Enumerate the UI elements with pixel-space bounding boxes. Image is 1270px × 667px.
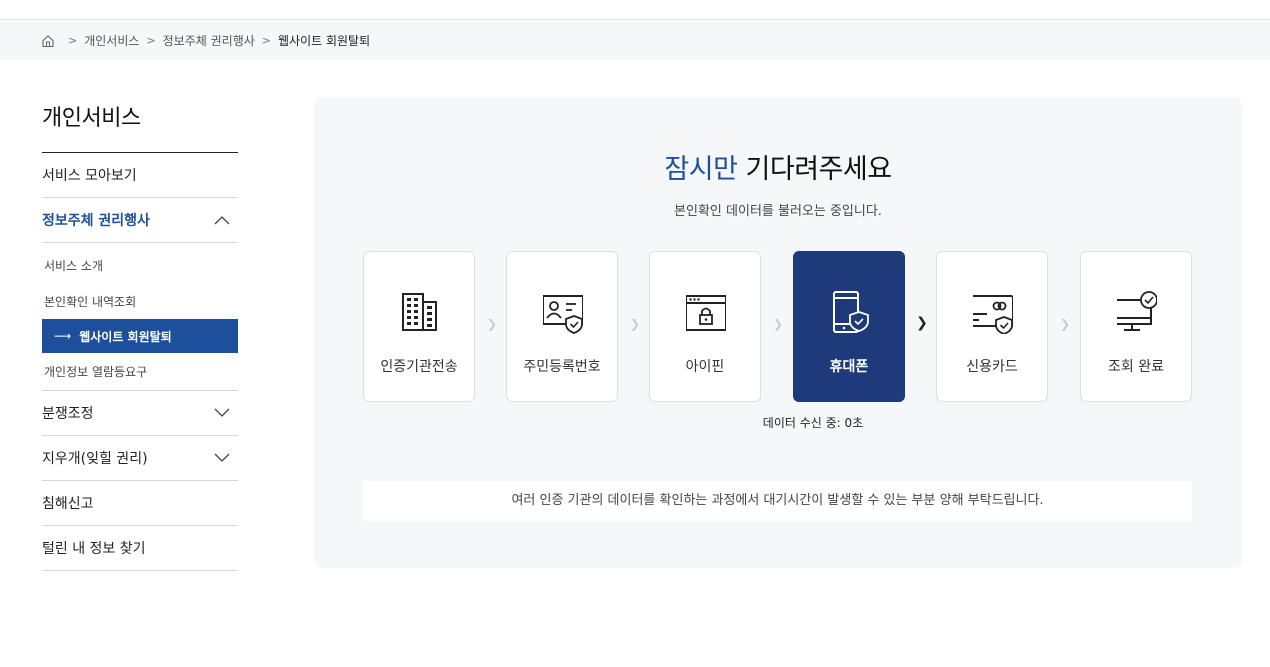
step-label: 아이핀 [685,359,725,375]
chevron-up-icon [214,216,230,225]
receive-status-text: 데이터 수신 중: 0초 [762,416,864,430]
sidebar-subitem-withdrawal[interactable]: ⟶ 웹사이트 회원탈퇴 [42,319,238,353]
sidebar-submenu: 서비스 소개 본인확인 내역조회 ⟶ 웹사이트 회원탈퇴 개인정보 열람등요구 [42,243,238,391]
sidebar-subitem-label: 서비스 소개 [44,258,104,273]
home-icon[interactable] [41,34,55,48]
sidebar-item-report[interactable]: 침해신고 [42,481,238,526]
step-arrow-icon: ❯ [1059,317,1071,331]
breadcrumb-separator: > [68,34,78,47]
browser-lock-icon [686,295,726,331]
step-credit-card[interactable]: 신용카드 [936,251,1048,402]
panel-title: 잠시만 기다려주세요 [314,147,1242,186]
sidebar-subitem-label: 개인정보 열람등요구 [44,364,148,379]
breadcrumb-separator: > [146,34,156,47]
sidebar-title: 개인서비스 [42,100,238,153]
notice-box: 여러 인증 기관의 데이터를 확인하는 과정에서 대기시간이 발생할 수 있는 … [363,481,1192,521]
step-label: 주민등록번호 [523,359,601,375]
breadcrumb-item-personal[interactable]: 개인서비스 [84,32,139,49]
breadcrumb-item-current: 웹사이트 회원탈퇴 [278,34,371,48]
breadcrumb: > 개인서비스 > 정보주체 권리행사 > 웹사이트 회원탈퇴 [41,32,370,49]
notice-text: 여러 인증 기관의 데이터를 확인하는 과정에서 대기시간이 발생할 수 있는 … [511,493,1044,508]
step-arrow-icon: ❯ [486,317,498,331]
verification-steps: 인증기관전송 ❯ 주민등록번호 ❯ 아이핀 ❯ 휴대폰 ❯ 신용카드 ❯ 조회 … [363,251,1193,403]
step-arrow-icon: ❯ [772,317,784,331]
loading-panel: 잠시만 기다려주세요 본인확인 데이터를 불러오는 중입니다. 인증기관전송 ❯… [314,97,1242,568]
id-card-shield-icon [543,295,583,334]
panel-title-rest: 기다려주세요 [737,154,893,185]
step-lookup-complete[interactable]: 조회 완료 [1080,251,1192,402]
sidebar-item-rights[interactable]: 정보주체 권리행사 [42,198,238,243]
arrow-right-icon: ⟶ [54,329,72,343]
step-arrow-icon: ❯ [629,317,641,331]
sidebar-item-label: 분쟁조정 [42,406,94,422]
breadcrumb-separator: > [261,34,271,47]
sidebar-subitem-label: 웹사이트 회원탈퇴 [79,329,172,344]
receive-status: 데이터 수신 중: 0초 [314,414,1242,431]
sidebar-subitem-info-request[interactable]: 개인정보 열람등요구 [42,353,238,389]
step-label: 조회 완료 [1108,359,1164,375]
sidebar-subitem-identity-history[interactable]: 본인확인 내역조회 [42,283,238,319]
sidebar-subitem-label: 본인확인 내역조회 [44,294,137,309]
top-bar [0,0,1270,20]
sidebar-item-label: 털린 내 정보 찾기 [42,541,146,557]
credit-card-shield-icon [973,295,1013,334]
sidebar-item-dispute[interactable]: 분쟁조정 [42,391,238,436]
sidebar: 개인서비스 서비스 모아보기 정보주체 권리행사 서비스 소개 본인확인 내역조… [42,100,238,571]
sidebar-item-label: 침해신고 [42,496,94,512]
phone-shield-icon [833,291,869,333]
chevron-down-icon [214,453,230,462]
panel-title-accent: 잠시만 [664,154,738,185]
step-mobile-phone[interactable]: 휴대폰 [793,251,905,402]
building-icon [402,293,437,331]
monitor-check-icon [1117,291,1157,331]
chevron-down-icon [214,408,230,417]
panel-subtitle: 본인확인 데이터를 불러오는 중입니다. [674,204,882,219]
step-arrow-icon: ❯ [916,315,928,331]
sidebar-item-label: 정보주체 권리행사 [42,213,150,229]
sidebar-item-leaked-info[interactable]: 털린 내 정보 찾기 [42,526,238,571]
sidebar-item-label: 서비스 모아보기 [42,168,137,184]
sidebar-item-eraser[interactable]: 지우개(잊힐 권리) [42,436,238,481]
step-resident-number[interactable]: 주민등록번호 [506,251,618,402]
sidebar-item-service-overview[interactable]: 서비스 모아보기 [42,153,238,198]
step-certification-transfer[interactable]: 인증기관전송 [363,251,475,402]
sidebar-subitem-service-intro[interactable]: 서비스 소개 [42,247,238,283]
breadcrumb-bar: > 개인서비스 > 정보주체 권리행사 > 웹사이트 회원탈퇴 [0,21,1270,60]
step-ipin[interactable]: 아이핀 [649,251,761,402]
step-label: 휴대폰 [829,359,869,375]
step-label: 인증기관전송 [380,359,458,375]
sidebar-item-label: 지우개(잊힐 권리) [42,451,148,467]
step-label: 신용카드 [966,359,1018,375]
breadcrumb-item-rights[interactable]: 정보주체 권리행사 [163,32,255,49]
